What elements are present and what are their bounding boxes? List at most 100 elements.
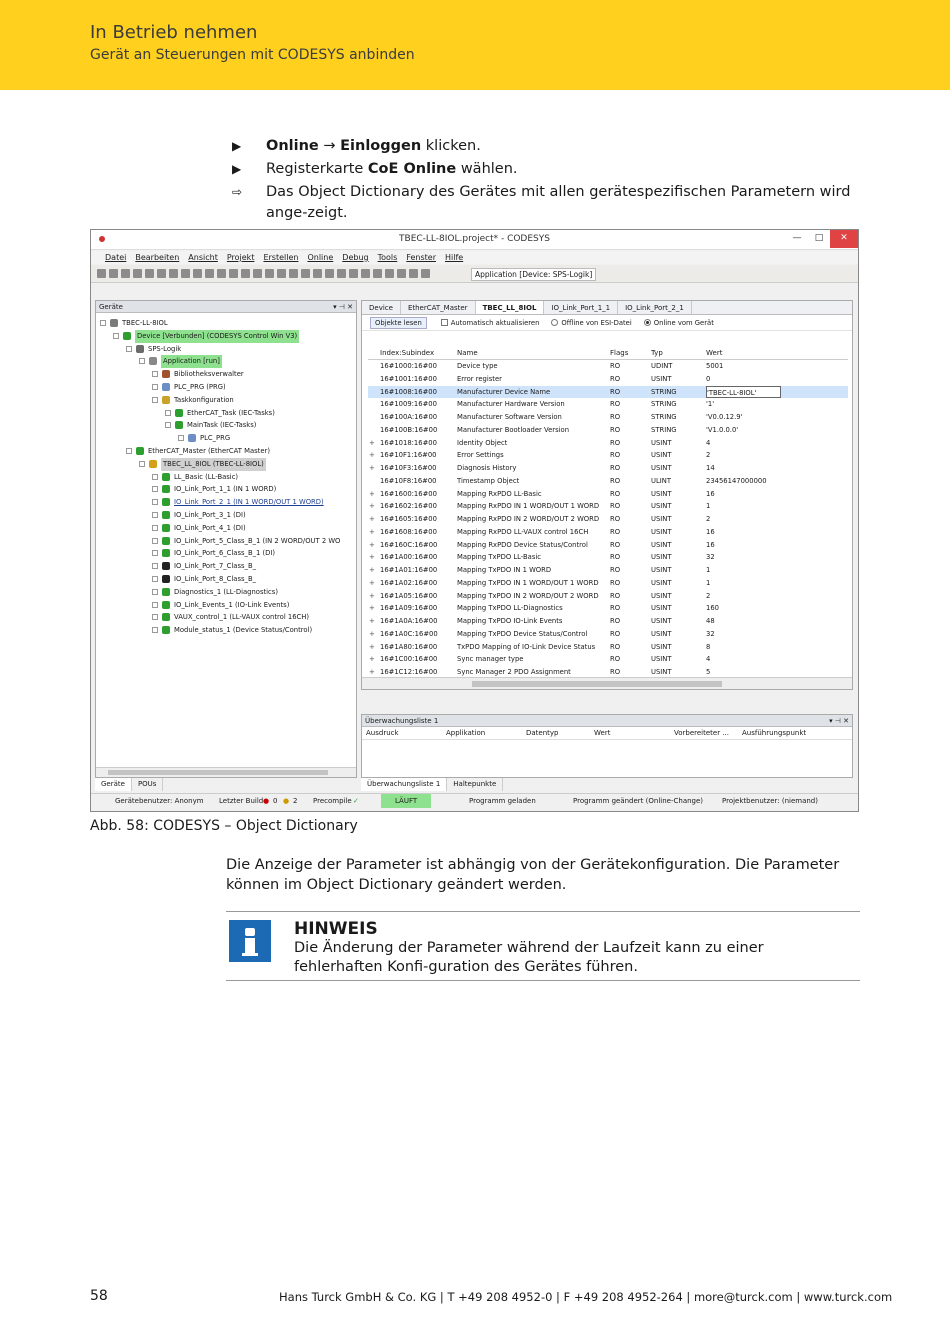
table-row[interactable]: +16#1600:16#00 Mapping RxPDO LL-Basic RO US… (368, 488, 848, 501)
table-row[interactable]: +16#1605:16#00 Mapping RxPDO IN 2 WORD/OU… (368, 513, 848, 526)
expand-icon[interactable] (139, 358, 145, 365)
expand-icon[interactable] (126, 345, 132, 352)
doc-tab[interactable]: EtherCAT_Master (401, 301, 476, 314)
tree-item[interactable]: VAUX_control_1 (LL-VAUX control 16CH) (96, 611, 356, 624)
horizontal-scrollbar[interactable] (96, 767, 356, 777)
expand-icon[interactable] (152, 396, 158, 403)
expand-icon[interactable] (152, 511, 158, 518)
active-application-select[interactable]: Application [Device: SPS-Logik] (471, 268, 597, 281)
tree-item[interactable]: IO_Link_Port_5_Class_B_1 (IN 2 WORD/OUT … (96, 535, 356, 548)
cell-val[interactable]: 'V1.0.0.0' (706, 424, 781, 437)
toolbar-button-icon[interactable] (277, 269, 286, 278)
expand-icon[interactable] (152, 383, 158, 390)
toolbar-button-icon[interactable] (361, 269, 370, 278)
menu-erstellen[interactable]: Erstellen (263, 251, 298, 264)
cell-val[interactable]: 32 (706, 628, 781, 641)
expand-icon[interactable]: + (369, 526, 375, 539)
expand-icon[interactable]: + (369, 437, 375, 450)
toolbar-button-icon[interactable] (241, 269, 250, 278)
expand-icon[interactable] (152, 627, 158, 634)
table-row[interactable]: +16#1A0C:16#00 Mapping TxPDO Device Statu… (368, 628, 848, 641)
col-index[interactable]: Index:Subindex (368, 347, 455, 359)
expand-icon[interactable]: + (369, 449, 375, 462)
toolbar-button-icon[interactable] (337, 269, 346, 278)
menu-projekt[interactable]: Projekt (227, 251, 255, 264)
col-name[interactable]: Name (455, 347, 610, 359)
table-row[interactable]: 16#1001:16#00 Error register RO USINT 0 (368, 373, 848, 386)
toolbar-button-icon[interactable] (289, 269, 298, 278)
table-row[interactable]: +16#1A00:16#00 Mapping TxPDO LL-Basic RO US… (368, 551, 848, 564)
tab-devices[interactable]: Geräte (95, 778, 132, 791)
tree-item[interactable]: IO_Link_Port_2_1 (IN 1 WORD/OUT 1 WORD) (96, 496, 356, 509)
tree-item[interactable]: PLC_PRG (PRG) (96, 381, 356, 394)
toolbar-button-icon[interactable] (349, 269, 358, 278)
table-row[interactable]: +16#1018:16#00 Identity Object RO USINT 4 (368, 437, 848, 450)
toolbar-button-icon[interactable] (421, 269, 430, 278)
cell-val[interactable]: 4 (706, 653, 781, 666)
tree-item[interactable]: EtherCAT_Task (IEC-Tasks) (96, 407, 356, 420)
menu-debug[interactable]: Debug (342, 251, 368, 264)
toolbar-button-icon[interactable] (133, 269, 142, 278)
expand-icon[interactable]: + (369, 462, 375, 475)
watch-col[interactable]: Vorbereiteter ... (674, 727, 742, 739)
expand-icon[interactable] (152, 575, 158, 582)
table-row[interactable]: +16#1602:16#00 Mapping RxPDO IN 1 WORD/OU… (368, 500, 848, 513)
toolbar-button-icon[interactable] (217, 269, 226, 278)
cell-val[interactable]: 0 (706, 373, 781, 386)
tree-item[interactable]: Module_status_1 (Device Status/Control) (96, 624, 356, 637)
scrollbar-thumb[interactable] (472, 681, 722, 687)
scrollbar-thumb[interactable] (108, 770, 328, 775)
table-row[interactable]: 16#1000:16#00 Device type RO UDINT 5001 (368, 360, 848, 373)
tree-item[interactable]: SPS-Logik (96, 343, 356, 356)
table-row[interactable]: +16#1A09:16#00 Mapping TxPDO LL-Diagnosti… (368, 602, 848, 615)
expand-icon[interactable] (152, 550, 158, 557)
tree-item[interactable]: IO_Link_Events_1 (IO-Link Events) (96, 599, 356, 612)
cell-val[interactable]: 48 (706, 615, 781, 628)
table-row[interactable]: 16#100A:16#00 Manufacturer Software Versi… (368, 411, 848, 424)
col-value[interactable]: Wert (706, 347, 781, 359)
expand-icon[interactable] (165, 422, 171, 429)
toolbar-button-icon[interactable] (325, 269, 334, 278)
cell-val[interactable]: 1 (706, 500, 781, 513)
cell-val[interactable]: 'V0.0.12.9' (706, 411, 781, 424)
expand-icon[interactable] (113, 332, 119, 339)
toolbar-button-icon[interactable] (169, 269, 178, 278)
expand-icon[interactable]: + (369, 551, 375, 564)
tree-item[interactable]: Taskkonfiguration (96, 394, 356, 407)
menu-ansicht[interactable]: Ansicht (188, 251, 218, 264)
cell-val[interactable]: 2 (706, 513, 781, 526)
tab-pous[interactable]: POUs (132, 778, 164, 791)
tree-item[interactable]: IO_Link_Port_6_Class_B_1 (DI) (96, 547, 356, 560)
toolbar-button-icon[interactable] (397, 269, 406, 278)
menu-datei[interactable]: Datei (105, 251, 126, 264)
minimize-button[interactable]: — (786, 230, 808, 248)
toolbar-button-icon[interactable] (121, 269, 130, 278)
tree-item[interactable]: TBEC_LL_8IOL (TBEC-LL-8IOL) (96, 457, 356, 471)
expand-icon[interactable]: + (369, 564, 375, 577)
doc-tab[interactable]: IO_Link_Port_1_1 (544, 301, 619, 314)
menu-tools[interactable]: Tools (378, 251, 398, 264)
online-device-radio[interactable]: Online vom Gerät (643, 318, 714, 327)
expand-icon[interactable]: + (369, 641, 375, 654)
expand-icon[interactable]: + (369, 615, 375, 628)
toolbar-button-icon[interactable] (265, 269, 274, 278)
cell-val[interactable]: 14 (706, 462, 781, 475)
toolbar-button-icon[interactable] (313, 269, 322, 278)
toolbar-button-icon[interactable] (193, 269, 202, 278)
table-row[interactable]: +16#1A0A:16#00 Mapping TxPDO IO-Link Even… (368, 615, 848, 628)
expand-icon[interactable] (152, 524, 158, 531)
tree-item[interactable]: LL_Basic (LL-Basic) (96, 471, 356, 484)
toolbar-button-icon[interactable] (373, 269, 382, 278)
maximize-button[interactable]: □ (808, 230, 830, 248)
expand-icon[interactable] (152, 563, 158, 570)
col-type[interactable]: Typ (651, 347, 706, 359)
col-flags[interactable]: Flags (610, 347, 651, 359)
expand-icon[interactable] (126, 447, 132, 454)
watch-col[interactable]: Ausdruck (366, 727, 446, 739)
toolbar-button-icon[interactable] (385, 269, 394, 278)
expand-icon[interactable] (152, 371, 158, 378)
table-row[interactable]: +16#1A02:16#00 Mapping TxPDO IN 1 WORD/OU… (368, 577, 848, 590)
table-row[interactable]: 16#100B:16#00 Manufacturer Bootloader Ver… (368, 424, 848, 437)
tree-item[interactable]: Bibliotheksverwalter (96, 368, 356, 381)
expand-icon[interactable]: + (369, 539, 375, 552)
